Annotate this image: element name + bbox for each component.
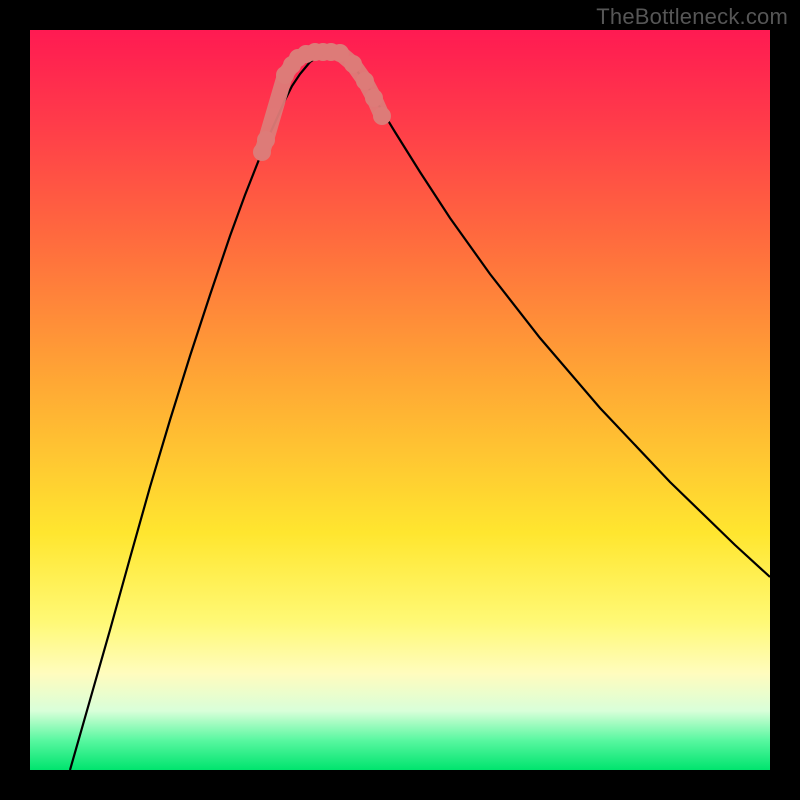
left-curve xyxy=(70,52,335,770)
curve-layer xyxy=(70,52,770,770)
watermark-text: TheBottleneck.com xyxy=(596,4,788,30)
marker-dot xyxy=(365,89,383,107)
chart-frame: TheBottleneck.com xyxy=(0,0,800,800)
marker-layer xyxy=(253,43,391,161)
marker-dot xyxy=(344,55,362,73)
marker-dot xyxy=(356,72,374,90)
marker-dot xyxy=(373,107,391,125)
chart-svg xyxy=(30,30,770,770)
plot-area xyxy=(30,30,770,770)
marker-dot xyxy=(257,131,275,149)
marker-path xyxy=(262,52,382,152)
right-curve xyxy=(335,52,770,577)
